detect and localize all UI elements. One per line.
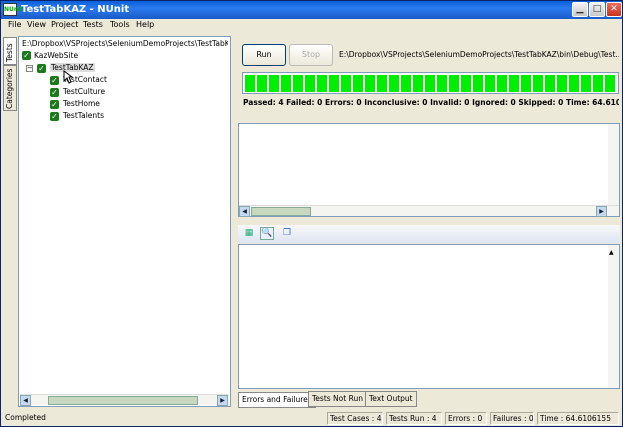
menu-help[interactable]: Help	[136, 20, 154, 29]
progress-segment	[473, 75, 483, 92]
progress-segment	[401, 75, 411, 92]
scroll-right-icon[interactable]: ▶	[596, 206, 607, 217]
progress-segment	[245, 75, 255, 92]
tab-text-output[interactable]: Text Output	[365, 391, 417, 407]
menu-view[interactable]: View	[27, 20, 46, 29]
passed-check-icon: ✓	[37, 64, 46, 73]
clipboard-icon[interactable]: ❐	[280, 227, 294, 240]
passed-check-icon: ✓	[50, 76, 59, 85]
status-state: Completed	[5, 413, 46, 422]
tab-tests-not-run[interactable]: Tests Not Run	[308, 391, 367, 407]
menu-file[interactable]: File	[8, 20, 21, 29]
scroll-thumb[interactable]	[251, 207, 311, 216]
output-tabs: Errors and Failures Tests Not Run Text O…	[238, 391, 620, 408]
results-list[interactable]: ◀ ▶	[238, 123, 620, 217]
tab-errors-and-failures[interactable]: Errors and Failures	[238, 392, 316, 408]
results-horizontal-scrollbar[interactable]: ◀ ▶	[239, 205, 619, 217]
progress-segment	[449, 75, 459, 92]
menu-tests[interactable]: Tests	[83, 20, 103, 29]
scroll-up-icon[interactable]: ▲	[609, 249, 614, 256]
nunit-window: NUnit TestTabKAZ - NUnit ▁ □ ✕ File View…	[0, 0, 623, 427]
status-bar: Completed Test Cases : 4 Tests Run : 4 E…	[1, 410, 622, 426]
scroll-right-icon[interactable]: ▶	[217, 395, 228, 406]
progress-segment	[605, 75, 615, 92]
passed-check-icon: ✓	[22, 51, 31, 60]
maximize-button[interactable]: □	[589, 2, 605, 17]
progress-segment	[377, 75, 387, 92]
progress-segment	[317, 75, 327, 92]
progress-segment	[329, 75, 339, 92]
passed-check-icon: ✓	[50, 88, 59, 97]
progress-segment	[533, 75, 543, 92]
progress-bar	[242, 72, 619, 94]
passed-check-icon: ✓	[50, 112, 59, 121]
progress-segment	[497, 75, 507, 92]
test-tree-panel: E:\Dropbox\VSProjects\SeleniumDemoProjec…	[18, 36, 231, 407]
close-button[interactable]: ✕	[606, 2, 622, 17]
status-test-cases: Test Cases : 4	[327, 412, 383, 425]
progress-segment	[425, 75, 435, 92]
tab-tests-label: Tests	[5, 43, 14, 62]
status-failures: Failures : 0	[490, 412, 534, 425]
zoom-icon[interactable]: 🔍	[260, 227, 274, 240]
stack-trace-panel[interactable]: ▲	[238, 244, 620, 389]
mouse-cursor-icon	[63, 70, 73, 84]
stop-button[interactable]: Stop	[289, 44, 333, 66]
results-summary: Passed: 4 Failed: 0 Errors: 0 Inconclusi…	[243, 98, 619, 107]
progress-segment	[557, 75, 567, 92]
progress-segment	[365, 75, 375, 92]
tree-project-path: E:\Dropbox\VSProjects\SeleniumDemoProjec…	[22, 39, 228, 48]
tab-tests[interactable]: Tests	[3, 37, 17, 65]
copy-detail-icon[interactable]: ▦	[242, 227, 256, 240]
progress-segment	[461, 75, 471, 92]
assembly-path: E:\Dropbox\VSProjects\SeleniumDemoProjec…	[339, 50, 619, 59]
progress-segment	[353, 75, 363, 92]
progress-segment	[569, 75, 579, 92]
title-bar: NUnit TestTabKAZ - NUnit ▁ □ ✕	[1, 1, 622, 19]
progress-segment	[437, 75, 447, 92]
status-tests-run: Tests Run : 4	[386, 412, 442, 425]
progress-segment	[593, 75, 603, 92]
tab-categories-label: Categories	[5, 68, 14, 109]
collapse-toggle-icon[interactable]: −	[26, 65, 33, 72]
menu-project[interactable]: Project	[51, 20, 78, 29]
progress-segment	[257, 75, 267, 92]
progress-segment	[581, 75, 591, 92]
progress-segment	[293, 75, 303, 92]
passed-check-icon: ✓	[50, 100, 59, 109]
status-time: Time : 64.6106155	[537, 412, 619, 425]
tree-node-test[interactable]: TestHome	[63, 99, 100, 108]
tree-node-root[interactable]: KazWebSite	[34, 51, 78, 60]
results-vertical-scrollbar[interactable]	[608, 124, 619, 205]
minimize-button[interactable]: ▁	[572, 2, 588, 17]
run-button[interactable]: Run	[242, 44, 286, 66]
status-errors: Errors : 0	[445, 412, 487, 425]
scroll-left-icon[interactable]: ◀	[239, 206, 250, 217]
stack-vertical-scrollbar[interactable]: ▲	[608, 245, 619, 388]
scroll-left-icon[interactable]: ◀	[20, 395, 31, 406]
progress-segment	[545, 75, 555, 92]
progress-segment	[521, 75, 531, 92]
tree-node-test[interactable]: TestCulture	[63, 87, 105, 96]
progress-segment	[269, 75, 279, 92]
progress-segment	[305, 75, 315, 92]
progress-segment	[341, 75, 351, 92]
menu-tools[interactable]: Tools	[110, 20, 130, 29]
menu-bar: File View Project Tests Tools Help	[1, 19, 622, 34]
side-tab-strip: Tests Categories	[3, 37, 17, 417]
progress-segment	[389, 75, 399, 92]
stack-trace-toolbar: ▦ 🔍 ❐	[238, 225, 620, 243]
progress-segment	[485, 75, 495, 92]
tab-categories[interactable]: Categories	[3, 65, 17, 111]
progress-segment	[509, 75, 519, 92]
window-title: TestTabKAZ - NUnit	[21, 4, 130, 15]
tree-horizontal-scrollbar[interactable]: ◀ ▶	[20, 394, 229, 406]
tree-node-test[interactable]: TestTalents	[63, 111, 104, 120]
progress-segment	[281, 75, 291, 92]
progress-segment	[413, 75, 423, 92]
nunit-app-icon: NUnit	[3, 3, 23, 16]
scroll-thumb[interactable]	[48, 396, 198, 405]
